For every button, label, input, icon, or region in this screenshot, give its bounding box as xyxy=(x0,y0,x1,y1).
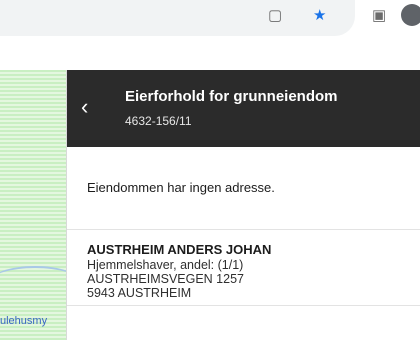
owner-postal: 5943 AUSTRHEIM xyxy=(87,286,192,300)
map-road xyxy=(0,266,66,298)
panel-title: Eierforhold for grunneiendom xyxy=(125,88,338,105)
owner-name: AUSTRHEIM ANDERS JOHAN xyxy=(87,242,272,257)
star-icon[interactable]: ★ xyxy=(313,8,326,23)
owner-street: AUSTRHEIMSVEGEN 1257 xyxy=(87,272,244,286)
browser-toolbar: ▢ ★ ▣ xyxy=(0,0,420,60)
owner-role: Hjemmelshaver, andel: (1/1) xyxy=(87,258,244,272)
property-owner-panel: ‹ Eierforhold for grunneiendom 4632-156/… xyxy=(66,70,420,340)
owner-entry[interactable]: AUSTRHEIM ANDERS JOHAN Hjemmelshaver, an… xyxy=(67,230,420,306)
chevron-left-icon[interactable]: ‹ xyxy=(81,96,105,120)
no-address-text: Eiendommen har ingen adresse. xyxy=(87,180,275,195)
address-info-row: Eiendommen har ingen adresse. xyxy=(67,147,420,230)
profile-avatar[interactable] xyxy=(401,4,420,26)
extensions-icon[interactable]: ▣ xyxy=(372,8,386,23)
panel-header: ‹ Eierforhold for grunneiendom 4632-156/… xyxy=(67,70,420,147)
property-id: 4632-156/11 xyxy=(125,114,192,128)
address-bar[interactable] xyxy=(0,0,355,36)
map-place-label: ulehusmy xyxy=(0,315,48,327)
copy-icon[interactable]: ▢ xyxy=(268,8,282,23)
map-view[interactable]: ulehusmy xyxy=(0,70,66,340)
